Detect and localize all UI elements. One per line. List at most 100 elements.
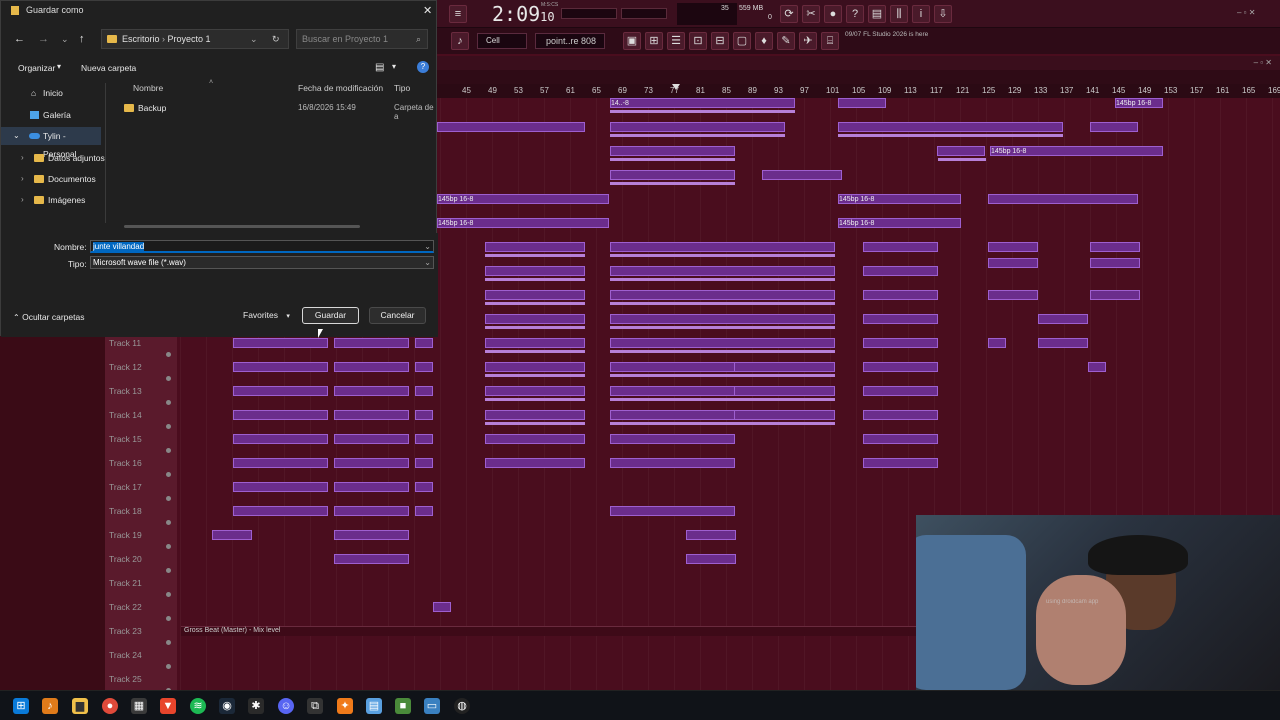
- chevron-down-icon[interactable]: ⌄: [13, 127, 20, 145]
- track-mute-dot[interactable]: [166, 520, 171, 525]
- steam-icon[interactable]: ◉: [219, 698, 235, 714]
- column-header-name[interactable]: Nombre: [133, 83, 163, 93]
- clip-strip[interactable]: [610, 182, 735, 185]
- pattern-clip[interactable]: [988, 194, 1138, 204]
- tool-icon[interactable]: ⊡: [689, 32, 707, 50]
- pattern-clip[interactable]: [988, 338, 1006, 348]
- mic-icon[interactable]: ●: [824, 5, 842, 23]
- track-label[interactable]: Track 20: [109, 554, 142, 564]
- track-label[interactable]: Track 22: [109, 602, 142, 612]
- clip-strip[interactable]: [485, 278, 585, 281]
- snap-select[interactable]: Cell: [477, 33, 527, 49]
- pattern-clip[interactable]: [433, 602, 451, 612]
- pattern-clip[interactable]: [988, 242, 1038, 252]
- pattern-clip[interactable]: [334, 410, 409, 420]
- track-label[interactable]: Track 18: [109, 506, 142, 516]
- chevron-down-icon[interactable]: ⌄: [250, 30, 258, 48]
- tool-icon[interactable]: ▢: [733, 32, 751, 50]
- chrome-icon[interactable]: ●: [102, 698, 118, 714]
- pattern-clip[interactable]: [863, 290, 938, 300]
- pattern-clip[interactable]: [863, 410, 938, 420]
- chevron-down-icon[interactable]: ⌄: [424, 257, 431, 268]
- breadcrumb-1[interactable]: Proyecto 1: [168, 34, 211, 44]
- windows-start-icon[interactable]: ⊞: [13, 698, 29, 714]
- pattern-clip[interactable]: [485, 362, 585, 372]
- pattern-clip[interactable]: [838, 98, 886, 108]
- pattern-clip[interactable]: [1038, 314, 1088, 324]
- pattern-clip[interactable]: 14..-8: [610, 98, 795, 108]
- clip-strip[interactable]: [610, 398, 835, 401]
- clip-strip[interactable]: [485, 374, 585, 377]
- pattern-clip[interactable]: [610, 338, 835, 348]
- track-label[interactable]: Track 15: [109, 434, 142, 444]
- track-label[interactable]: Track 25: [109, 674, 142, 684]
- clip-strip[interactable]: [610, 254, 835, 257]
- pattern-clip[interactable]: [1038, 338, 1088, 348]
- column-header-type[interactable]: Tipo: [394, 83, 410, 93]
- file-explorer-icon[interactable]: ▆: [72, 698, 88, 714]
- fl-studio-icon[interactable]: ♪: [42, 698, 58, 714]
- window-controls[interactable]: – ▫ ✕: [1237, 8, 1273, 18]
- column-header-date[interactable]: Fecha de modificación: [298, 83, 383, 93]
- pattern-clip[interactable]: [485, 242, 585, 252]
- forward-icon[interactable]: →: [38, 33, 49, 45]
- pattern-clip[interactable]: [863, 458, 938, 468]
- tool-icon[interactable]: ✈: [799, 32, 817, 50]
- view-icon[interactable]: ▤: [375, 62, 384, 73]
- clip-strip[interactable]: [610, 422, 835, 425]
- refresh-icon[interactable]: ↻: [272, 30, 280, 48]
- remote-icon[interactable]: ▭: [424, 698, 440, 714]
- pattern-clip[interactable]: [988, 290, 1038, 300]
- playhead-marker[interactable]: [672, 84, 680, 90]
- pattern-clip[interactable]: [838, 122, 1063, 132]
- minecraft-icon[interactable]: ■: [395, 698, 411, 714]
- timeline-ruler[interactable]: 45 49 53 57 61 65 69 73 77 81 85 89 93 97 101 105 109 113…: [437, 84, 1280, 98]
- filetype-select[interactable]: Microsoft wave file (*.wav) ⌄: [90, 256, 434, 269]
- tool-icon[interactable]: ✎: [777, 32, 795, 50]
- tool-icon[interactable]: ☰: [667, 32, 685, 50]
- pattern-clip[interactable]: [988, 258, 1038, 268]
- pattern-clip[interactable]: [415, 506, 433, 516]
- clip-strip[interactable]: [485, 422, 585, 425]
- pattern-clip[interactable]: [212, 530, 252, 540]
- tool-icon[interactable]: ⊞: [645, 32, 663, 50]
- clip-strip[interactable]: [610, 350, 835, 353]
- nav-item-galeria[interactable]: Galería: [1, 106, 105, 124]
- filename-input[interactable]: junte villandad ⌄: [90, 240, 434, 253]
- pattern-clip[interactable]: [1090, 290, 1140, 300]
- track-label[interactable]: Track 13: [109, 386, 142, 396]
- pattern-clip[interactable]: [415, 362, 433, 372]
- pattern-clip[interactable]: [686, 554, 736, 564]
- news-panel[interactable]: 09/07 FL Studio 2026 is here: [845, 31, 945, 38]
- nav-item-inicio[interactable]: ⌂ Inicio: [1, 84, 105, 102]
- playlist-icon[interactable]: ♪: [451, 32, 469, 50]
- track-mute-dot[interactable]: [166, 544, 171, 549]
- clip-strip[interactable]: [485, 302, 585, 305]
- pattern-clip[interactable]: [1090, 242, 1140, 252]
- pattern-clip[interactable]: [863, 266, 938, 276]
- spotify-icon[interactable]: ≋: [190, 698, 206, 714]
- help-icon[interactable]: ?: [846, 5, 864, 23]
- track-mute-dot[interactable]: [166, 664, 171, 669]
- pattern-clip[interactable]: [334, 482, 409, 492]
- track-label[interactable]: Track 11: [109, 338, 141, 348]
- pattern-clip[interactable]: 145bp 16-8: [437, 218, 609, 228]
- app-icon[interactable]: ✱: [248, 698, 264, 714]
- track-label[interactable]: Track 17: [109, 482, 142, 492]
- pattern-clip[interactable]: [1090, 122, 1138, 132]
- track-label[interactable]: Track 14: [109, 410, 142, 420]
- pattern-clip[interactable]: [610, 362, 735, 372]
- nav-item-documentos[interactable]: › Documentos: [1, 170, 105, 188]
- pattern-clip[interactable]: [233, 506, 328, 516]
- pattern-clip[interactable]: [233, 362, 328, 372]
- track-mute-dot[interactable]: [166, 352, 171, 357]
- pattern-clip[interactable]: 145bp 16-8: [437, 194, 609, 204]
- save-icon[interactable]: ▤: [868, 5, 886, 23]
- pattern-clip[interactable]: [610, 506, 735, 516]
- pattern-clip[interactable]: [334, 362, 409, 372]
- pattern-clip[interactable]: [863, 362, 938, 372]
- track-mute-dot[interactable]: [166, 640, 171, 645]
- pattern-clip[interactable]: [233, 482, 328, 492]
- chevron-right-icon[interactable]: ›: [21, 191, 24, 209]
- pattern-clip[interactable]: [762, 170, 842, 180]
